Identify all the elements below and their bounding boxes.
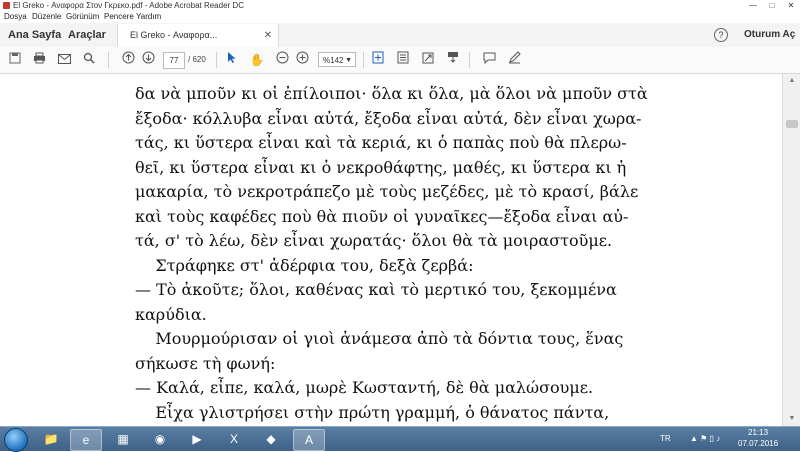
chevron-down-icon: ▼: [345, 57, 352, 64]
text-line: τά, σ' τὸ λέω, δὲν εἶναι χωρατάς· ὅλοι θ…: [135, 231, 613, 250]
minimize-button[interactable]: —: [744, 0, 762, 11]
close-tab-icon[interactable]: ✕: [264, 24, 272, 47]
tools-tab[interactable]: Araçlar: [68, 23, 106, 47]
media-taskbar-icon[interactable]: ▶: [182, 429, 212, 449]
print-icon[interactable]: [30, 51, 48, 69]
nav-bar: Ana Sayfa Araçlar El Greko - Αναφορα... …: [0, 23, 800, 48]
menu-view[interactable]: Görünüm: [66, 11, 99, 23]
menu-file[interactable]: Dosya: [4, 11, 27, 23]
excel-taskbar-icon[interactable]: X: [219, 429, 249, 449]
tray-icons[interactable]: ▲ ⚑ ▯ ♪: [690, 433, 720, 445]
page-body-text: δα νὰ μποῦν κι οἱ ἐπίλοιποι· ὅλα κι ὅλα,…: [135, 82, 660, 425]
ie-taskbar-icon[interactable]: e: [70, 429, 102, 451]
document-viewport[interactable]: δα νὰ μποῦν κι οἱ ἐπίλοιποι· ὅλα κι ὅλα,…: [0, 74, 782, 426]
save-icon[interactable]: [6, 51, 24, 69]
explorer-taskbar-icon[interactable]: 📁: [36, 429, 66, 449]
rotate-icon[interactable]: [444, 51, 462, 69]
scroll-thumb[interactable]: [786, 120, 798, 128]
menu-help[interactable]: Yardım: [136, 11, 161, 23]
comment-icon[interactable]: [480, 51, 498, 69]
text-line: θεῖ, κι ὕστερα εἶναι κι ὁ νεκροθάφτης, μ…: [135, 157, 627, 177]
page-total: / 620: [188, 55, 206, 64]
close-window-button[interactable]: ✕: [782, 0, 800, 11]
full-screen-icon[interactable]: [419, 51, 437, 69]
text-line: Εἶχα γλιστρήσει στὴν πρώτη γραμμή, ὁ θάν…: [135, 402, 610, 422]
text-line: — Καλά, εἶπε, καλά, μωρὲ Κωσταντή, δὲ θὰ…: [135, 378, 594, 397]
language-indicator[interactable]: TR: [660, 433, 671, 445]
toolbar-divider: [469, 52, 470, 68]
zoom-out-icon[interactable]: [273, 51, 291, 69]
start-button[interactable]: [4, 428, 28, 452]
scroll-down-icon[interactable]: ▼: [783, 412, 800, 426]
text-line: — Τὸ ἀκοῦτε; ὅλοι, καθένας καὶ τὸ μερτικ…: [135, 280, 617, 299]
chrome-taskbar-icon[interactable]: ◉: [145, 429, 175, 449]
toolbar-divider: [216, 52, 217, 68]
text-line: δα νὰ μποῦν κι οἱ ἐπίλοιποι· ὅλα κι ὅλα,…: [135, 84, 648, 103]
acrobat-app-icon: [3, 2, 10, 9]
window-title: El Greko - Αναφορα Στον Γκρεκο.pdf - Ado…: [13, 1, 244, 10]
zoom-value: %142: [323, 56, 344, 65]
fit-page-icon[interactable]: [369, 51, 387, 69]
scroll-mode-icon[interactable]: [394, 51, 412, 69]
next-page-icon[interactable]: [139, 51, 157, 69]
text-line: μακαρία, τὸ νεκροτράπεζο μὲ τοὺς μεζέδες…: [135, 182, 639, 201]
text-line: καὶ τοὺς καφέδες ποὺ θὰ πιοῦν οἱ γυναῖκε…: [135, 206, 629, 226]
sign-in-button[interactable]: Oturum Aç: [744, 23, 795, 47]
clock-date[interactable]: 07.07.2016: [738, 438, 778, 450]
zoom-select[interactable]: %142 ▼: [318, 52, 356, 67]
text-line: Στράφηκε στ' ἀδέρφια του, δεξὰ ζερβά:: [135, 255, 474, 275]
select-cursor-icon[interactable]: [223, 51, 241, 69]
text-line: ἔξοδα· κόλλυβα εἶναι αὐτά, ἔξοδα εἶναι α…: [135, 108, 642, 128]
maximize-button[interactable]: □: [763, 0, 781, 11]
tiles-taskbar-icon[interactable]: ▦: [108, 429, 138, 449]
text-line: σήκωσε τὴ φωνή:: [135, 353, 276, 373]
document-tab-label: El Greko - Αναφορα...: [130, 30, 218, 40]
text-line: Μουρμούρισαν οἱ γιοὶ ἀνάμεσα ἀπὸ τὰ δόντ…: [135, 329, 624, 348]
zoom-in-icon[interactable]: [293, 51, 311, 69]
home-tab[interactable]: Ana Sayfa: [8, 23, 61, 47]
help-icon[interactable]: ?: [714, 28, 728, 42]
scroll-up-icon[interactable]: ▲: [783, 74, 800, 88]
app-taskbar-icon[interactable]: ◆: [256, 429, 286, 449]
menu-edit[interactable]: Düzenle: [32, 11, 61, 23]
text-line: καρύδια.: [135, 304, 207, 324]
windows-taskbar: 📁 e ▦ ◉ ▶ X ◆ A TR ▲ ⚑ ▯ ♪ 21:13 07.07.2…: [0, 426, 800, 452]
vertical-scrollbar[interactable]: ▲ ▼: [782, 74, 800, 426]
document-tab[interactable]: El Greko - Αναφορα... ✕: [117, 24, 279, 47]
sign-icon[interactable]: [505, 51, 523, 69]
search-icon[interactable]: [80, 51, 98, 69]
toolbar-divider: [108, 52, 109, 68]
page-number-input[interactable]: 77: [163, 52, 185, 69]
text-line: τάς, κι ὕστερα εἶναι καὶ τὰ κεριά, κι ὁ …: [135, 133, 627, 152]
menu-window[interactable]: Pencere: [104, 11, 134, 23]
toolbar-divider: [363, 52, 364, 68]
toolbar: 77 / 620 ✋ %142 ▼: [0, 47, 800, 74]
acrobat-taskbar-icon[interactable]: A: [293, 429, 325, 451]
email-icon[interactable]: [55, 51, 73, 69]
prev-page-icon[interactable]: [119, 51, 137, 69]
hand-tool-icon[interactable]: ✋: [248, 51, 266, 69]
